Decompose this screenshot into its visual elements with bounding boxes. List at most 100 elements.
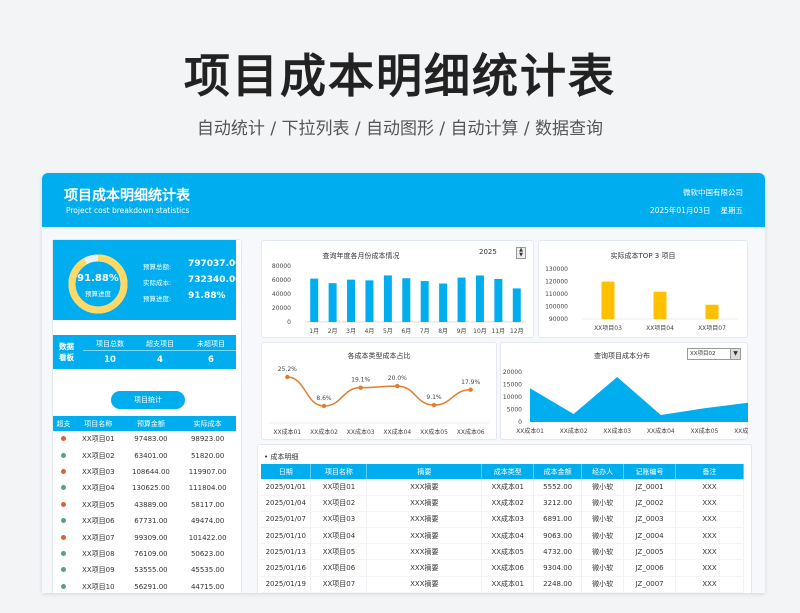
x-tick-label: XX成本04 [383, 428, 411, 436]
project-name: XX项目08 [82, 549, 115, 558]
weekday-text: 星期五 [720, 206, 744, 215]
project-name: XX项目02 [82, 451, 115, 460]
status-dot-icon [60, 452, 66, 458]
bar-1月 [310, 278, 319, 322]
cost-col-header: 成本金额 [533, 464, 583, 479]
table-row: XX项目03 108644.00 119907.00 [53, 464, 236, 480]
bar-10月 [475, 275, 484, 322]
project-name: XX项目01 [82, 435, 115, 444]
over-indicator [53, 497, 74, 513]
cell-note: XXX [675, 511, 744, 529]
x-tick-label: 11月 [492, 328, 506, 335]
ring-fill [68, 254, 128, 314]
x-tick-label: XX项目04 [646, 325, 674, 332]
cell-amount: 9304.00 [533, 559, 583, 577]
kpi-label: 预算进度: [143, 295, 172, 303]
cell-voucher: JZ_0002 [623, 495, 677, 512]
progress-label: 预算进度 [85, 290, 111, 298]
x-tick-label: XX成本06 [734, 427, 748, 435]
x-tick-label: 6月 [401, 328, 411, 335]
cell-note: XXX [675, 576, 744, 593]
kpi-value: 91.88% [188, 291, 226, 301]
board-header: 超支项目 [146, 340, 174, 348]
cell-voucher: JZ_0001 [623, 479, 677, 496]
table-row: 2025/01/13 XX项目05 XXX摘要 XX成本05 4732.00 微小软 JZ_… [261, 543, 744, 561]
status-dot-icon [60, 485, 66, 491]
y-tick-label: 130000 [545, 266, 568, 273]
project-name: XX项目07 [82, 533, 115, 542]
data-label: 17.9% [461, 379, 480, 386]
cell-voucher: JZ_0007 [623, 576, 677, 593]
cell-summary: XXX摘要 [366, 576, 483, 593]
project-name: XX项目09 [82, 566, 115, 575]
kpi-label: 实际成本: [143, 279, 172, 287]
table-row: XX项目06 67731.00 49474.00 [53, 513, 236, 529]
x-tick-label: 9月 [457, 328, 467, 335]
status-dot-icon [60, 567, 66, 573]
cell-project: XX项目05 [310, 543, 368, 561]
table-row: XX项目09 53555.00 45535.00 [53, 562, 236, 578]
dashboard-frame: 项目成本明细统计表 Project cost breakdown statist… [42, 173, 765, 593]
project-budget: 108644.00 [132, 467, 170, 476]
status-dot-icon [60, 534, 66, 540]
x-tick-label: XX成本04 [647, 427, 675, 435]
cell-cost-type: XX成本02 [481, 495, 535, 512]
cell-note: XXX [675, 543, 744, 561]
hero-title: 项目成本明细统计表 [184, 49, 616, 103]
project-actual: 44715.00 [190, 582, 225, 591]
y-tick-label: 20000 [272, 305, 291, 312]
cell-voucher: JZ_0005 [623, 543, 677, 561]
cell-note: XXX [675, 495, 744, 512]
kpi-row-progress: 预算进度: 91.88% [143, 291, 226, 303]
x-tick-label: 10月 [473, 328, 487, 335]
status-dot-icon [60, 518, 66, 524]
x-tick-label: 2月 [328, 328, 338, 335]
y-tick-label: 60000 [272, 277, 291, 284]
cell-note: XXX [675, 559, 744, 577]
table-row: XX项目05 43889.00 58117.00 [53, 497, 236, 513]
x-tick-label: 1月 [309, 328, 319, 335]
data-label: 20.0% [388, 375, 407, 382]
cell-summary: XXX摘要 [366, 479, 483, 496]
bar-11月 [494, 278, 503, 322]
project-name: XX项目04 [82, 484, 115, 493]
progress-percent: 91.88% [77, 273, 119, 284]
bar-9月 [457, 277, 466, 322]
y-tick-label: 20000 [503, 369, 522, 376]
project-actual: 101422.00 [188, 533, 227, 542]
project-budget: 99309.00 [134, 533, 168, 542]
cell-date: 2025/01/04 [261, 495, 312, 512]
cost-col-header: 记账编号 [623, 464, 677, 479]
over-indicator [53, 529, 74, 545]
project-stats-button[interactable]: 项目统计 [111, 391, 185, 409]
bar-XX项目04 [653, 291, 667, 319]
table-row: 2025/01/16 XX项目06 XXX摘要 XX成本06 9304.00 微小软 JZ_… [261, 559, 744, 577]
cell-summary: XXX摘要 [366, 511, 483, 529]
status-dot-icon [60, 436, 66, 442]
cost-detail-table: 日期 项目名称 摘要 成本类型 成本金额 经办人 记账编号 备注 2025/01/01 XX项目… [261, 464, 744, 593]
y-tick-label: 40000 [272, 291, 291, 298]
cell-note: XXX [675, 527, 744, 545]
status-dot-icon [60, 583, 66, 589]
project-name: XX项目05 [82, 500, 115, 509]
project-name: XX项目10 [82, 582, 115, 591]
kpi-label: 预算总额: [143, 263, 172, 271]
bar-5月 [383, 275, 392, 322]
project-budget: 67731.00 [134, 517, 168, 526]
table-row: 2025/01/10 XX项目04 XXX摘要 XX成本04 9063.00 微小软 JZ_… [261, 527, 744, 545]
table-row: XX项目04 130625.00 111804.00 [53, 480, 236, 496]
y-tick-label: 80000 [272, 263, 291, 270]
bar-7月 [420, 281, 429, 322]
kpi-row-actual: 实际成本: 732340.00 [143, 275, 242, 287]
bar-8月 [439, 283, 448, 322]
area-fill [530, 377, 748, 422]
cell-amount: 5552.00 [533, 479, 583, 496]
x-tick-label: XX成本01 [516, 427, 544, 435]
x-tick-label: 3月 [346, 328, 356, 335]
progress-ring [68, 254, 128, 314]
bar-XX项目07 [705, 304, 719, 319]
cost-col-header: 项目名称 [310, 464, 368, 479]
status-dot-icon [60, 550, 66, 556]
project-actual: 45535.00 [190, 566, 225, 575]
y-tick-label: 110000 [545, 291, 568, 298]
